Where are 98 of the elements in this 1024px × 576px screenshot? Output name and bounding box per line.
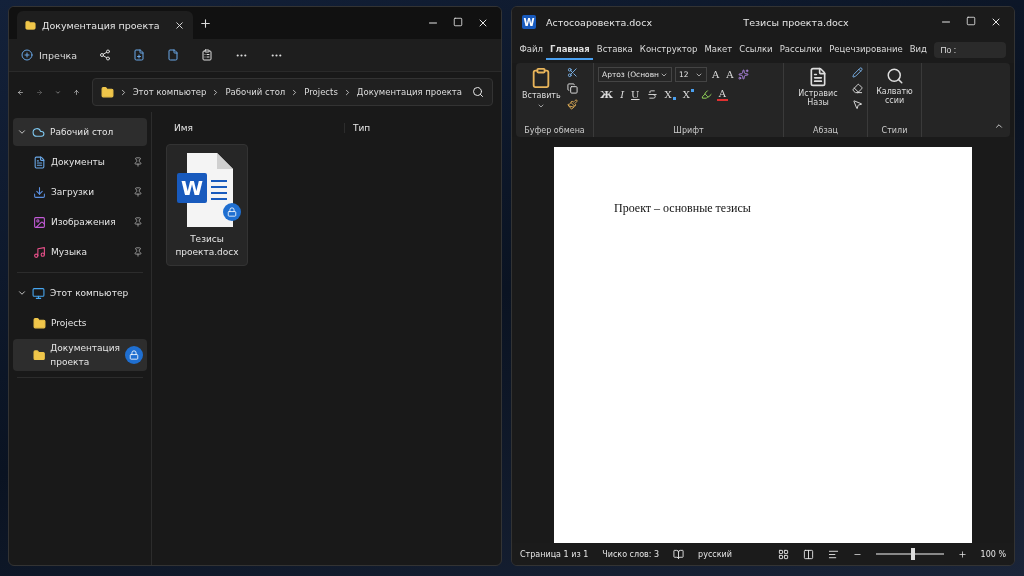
pencil-icon[interactable] — [852, 67, 863, 78]
group-label: Стили — [880, 126, 909, 135]
file-item[interactable]: W Тезисы проекта.docx — [166, 144, 248, 266]
explorer-tab[interactable]: Документация проекта — [17, 11, 193, 39]
new-button[interactable]: Iпречка — [19, 47, 80, 63]
document-icon — [33, 155, 46, 169]
group-label: Абзац — [812, 126, 839, 135]
ribbon-tab[interactable]: Файл — [516, 40, 547, 60]
ribbon-tab[interactable]: Ссылки — [735, 40, 777, 60]
paintbrush-icon[interactable] — [566, 99, 578, 110]
breadcrumb[interactable]: Этот компьютер — [132, 87, 207, 97]
nav-item[interactable]: Рабочий стол — [13, 118, 147, 146]
cut-icon[interactable] — [566, 67, 578, 78]
caret-icon — [537, 102, 546, 110]
breadcrumb[interactable]: Projects — [304, 87, 338, 97]
shrink-font-button[interactable]: A — [724, 69, 736, 80]
chevron-icon[interactable] — [17, 288, 27, 298]
cloud-icon — [32, 125, 45, 139]
group-label: Буфер обмена — [523, 126, 586, 135]
ribbon-tab[interactable]: Вставка — [593, 40, 637, 60]
book-icon[interactable] — [673, 548, 685, 560]
group-label: Шрифт — [672, 126, 705, 135]
folder-icon — [33, 348, 46, 362]
subscript-button[interactable]: X — [662, 89, 678, 100]
page-count: Страница 1 из 1 — [520, 549, 589, 559]
close-icon[interactable] — [990, 16, 1002, 28]
nav-item[interactable]: Изображения — [13, 208, 147, 236]
ribbon-tab[interactable]: Вид — [906, 40, 931, 60]
italic-button[interactable]: I — [618, 89, 627, 100]
superscript-button[interactable]: X — [680, 89, 696, 100]
maximize-icon[interactable] — [966, 16, 976, 26]
nav-label: Projects — [51, 317, 88, 330]
file-name: Астосоаровекта.docx — [546, 16, 652, 28]
web-layout-icon[interactable] — [827, 548, 839, 560]
styles-button[interactable]: Истравис Назы — [788, 67, 848, 126]
search-field[interactable]: По : — [934, 42, 1007, 58]
close-icon[interactable] — [477, 17, 489, 29]
maximize-icon[interactable] — [453, 17, 463, 27]
nav-item[interactable]: Документация проекта — [13, 339, 147, 371]
paste-button[interactable]: Вставить — [520, 67, 563, 126]
nav-label: Этот компьютер — [50, 287, 130, 300]
nav-label: Документы — [51, 156, 106, 169]
music-icon — [33, 245, 46, 259]
nav-item[interactable]: Документы — [13, 148, 147, 176]
word-count: Чиско слов: 3 — [602, 549, 660, 559]
bold-button[interactable]: Ж — [598, 89, 616, 100]
search-icon[interactable] — [472, 86, 484, 98]
ribbon-tab[interactable]: Конструктор — [636, 40, 701, 60]
collapse-icon[interactable] — [994, 121, 1004, 131]
address-bar[interactable]: Этот компьютер Рабочий стол Projects Документация проекта — [91, 78, 493, 106]
breadcrumb[interactable]: Документация проекта — [356, 87, 462, 97]
tab-title: Документация проекта — [42, 19, 161, 31]
sparkle-icon[interactable] — [738, 69, 750, 80]
pointer-icon[interactable] — [852, 99, 863, 110]
zoom-thumb[interactable] — [910, 548, 915, 560]
nav-item[interactable]: Музыка — [13, 238, 147, 266]
nav-item[interactable]: Загрузки — [13, 178, 147, 206]
column-header[interactable]: Имя — [166, 123, 345, 133]
find-button[interactable]: Калватю ссии — [872, 67, 917, 126]
file-name: Тезисы проекта.docx — [174, 233, 240, 259]
grow-font-button[interactable]: A — [710, 69, 722, 80]
nav-label: Загрузки — [51, 186, 96, 199]
image-icon — [33, 215, 46, 229]
document-text: Проект – основные тезисы — [614, 201, 752, 216]
plus-circle-icon — [21, 49, 33, 61]
folder-icon — [33, 316, 46, 330]
nav-item[interactable]: Этот компьютер — [13, 279, 147, 307]
search-icon — [885, 67, 904, 85]
zoom-level: 100 % — [980, 549, 1006, 559]
nav-label: Рабочий стол — [50, 126, 115, 139]
font-color-button[interactable]: A — [716, 88, 728, 101]
document-icon — [808, 67, 828, 87]
underline-button[interactable]: U — [629, 89, 642, 100]
copy-icon[interactable] — [566, 83, 578, 94]
print-layout-icon[interactable] — [802, 548, 814, 560]
nav-label: Изображения — [51, 216, 117, 229]
download-icon — [33, 185, 46, 199]
nav-label: Музыка — [51, 246, 88, 259]
ribbon-tab[interactable]: Главная — [546, 40, 594, 60]
nav-item[interactable]: Projects — [13, 309, 147, 337]
close-icon[interactable] — [174, 19, 185, 31]
nav-label: Документация проекта — [50, 342, 120, 369]
word-logo: W — [522, 15, 536, 29]
monitor-icon — [32, 286, 45, 300]
language-label: русский — [698, 549, 732, 559]
eraser-icon[interactable] — [852, 83, 863, 94]
ribbon-tab[interactable]: Рассылки — [776, 40, 826, 60]
folder-icon — [25, 19, 36, 31]
ribbon-tab[interactable]: Рецечзирование — [825, 40, 907, 60]
chevron-icon[interactable] — [17, 127, 27, 137]
folder-icon — [100, 85, 114, 99]
zoom-in-icon[interactable] — [957, 549, 967, 559]
breadcrumb[interactable]: Рабочий стол — [225, 87, 286, 97]
new-tab-button[interactable] — [199, 16, 212, 30]
ribbon-tab[interactable]: Макет — [700, 40, 736, 60]
column-header[interactable]: Тип — [345, 123, 501, 133]
window-title: Тезисы проекта.docx — [742, 16, 850, 28]
grid-icon[interactable] — [777, 548, 789, 560]
